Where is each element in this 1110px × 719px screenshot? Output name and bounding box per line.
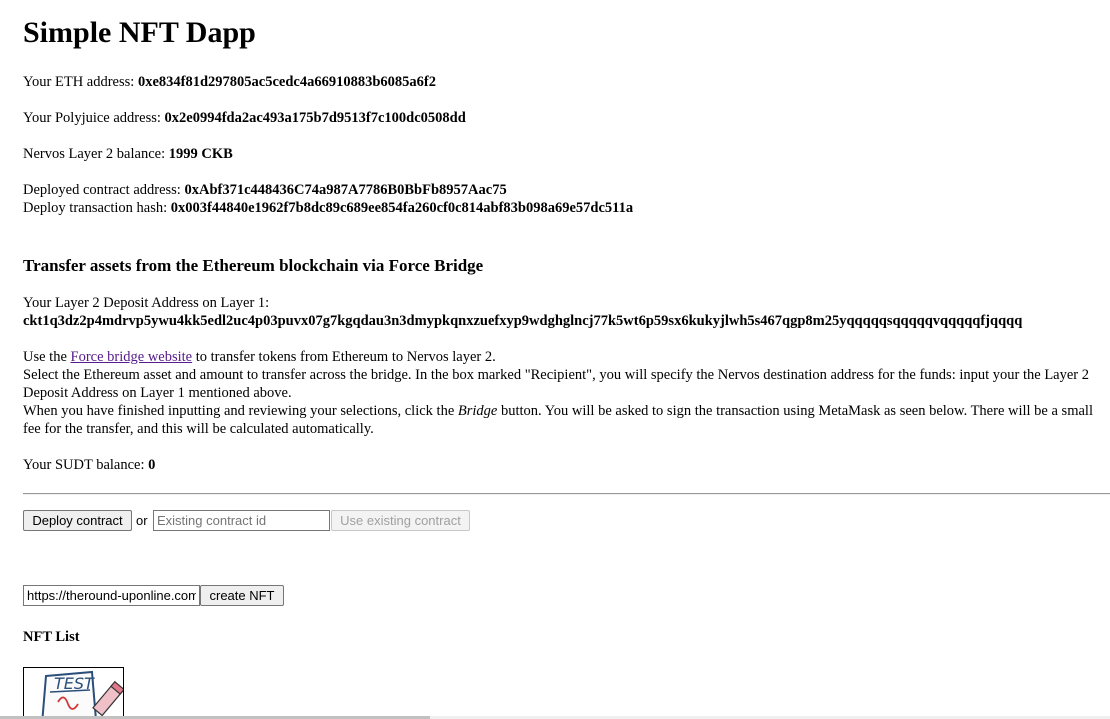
deposit-address-value: ckt1q3dz2p4mdrvp5ywu4kk5edl2uc4p03puvx07…: [23, 313, 1023, 329]
bridge-instructions: Use the Force bridge website to transfer…: [23, 348, 1110, 438]
layer2-balance-row: Nervos Layer 2 balance: 1999 CKB: [23, 145, 233, 163]
deployed-contract-value: 0xAbf371c448436C74a987A7786B0BbFb8957Aac…: [184, 182, 507, 198]
nft-image: TEST: [41, 670, 123, 719]
nft-list-item[interactable]: TEST: [23, 667, 124, 719]
bridge-heading: Transfer assets from the Ethereum blockc…: [23, 256, 484, 275]
eth-address-row: Your ETH address: 0xe834f81d297805ac5ced…: [23, 73, 436, 91]
layer2-balance-value: 1999 CKB: [168, 146, 233, 162]
sudt-balance-value: 0: [148, 457, 156, 473]
nft-url-input[interactable]: [23, 585, 200, 606]
sudt-balance-row: Your SUDT balance: 0: [23, 456, 155, 474]
deploy-tx-value: 0x003f44840e1962f7b8dc89c689ee854fa260cf…: [170, 200, 634, 216]
bridge-use-suffix: to transfer tokens from Ethereum to Nerv…: [192, 349, 496, 365]
deposit-address-row: ckt1q3dz2p4mdrvp5ywu4kk5edl2uc4p03puvx07…: [23, 312, 1022, 330]
polyjuice-address-label: Your Polyjuice address:: [23, 110, 165, 126]
section-divider: [23, 493, 1110, 495]
eth-address-label: Your ETH address:: [23, 74, 138, 90]
nft-list-heading: NFT List: [23, 629, 80, 645]
bridge-select-text: Select the Ethereum asset and amount to …: [23, 367, 1090, 401]
sudt-balance-label: Your SUDT balance:: [23, 457, 149, 473]
deploy-tx-label: Deploy transaction hash:: [23, 200, 171, 216]
bridge-finish-prefix: When you have finished inputting and rev…: [23, 403, 458, 419]
bridge-use-prefix: Use the: [23, 349, 71, 365]
nft-item-label: TEST: [54, 674, 95, 693]
bridge-use-line: Use the Force bridge website to transfer…: [23, 348, 1110, 366]
force-bridge-link[interactable]: Force bridge website: [71, 349, 193, 365]
bridge-finish-em: Bridge: [457, 403, 498, 419]
page-title: Simple NFT Dapp: [23, 16, 256, 49]
deposit-address-label: Your Layer 2 Deposit Address on Layer 1:: [23, 295, 270, 311]
deploy-contract-button[interactable]: Deploy contract: [23, 510, 132, 531]
eth-address-value: 0xe834f81d297805ac5cedc4a66910883b6085a6…: [137, 74, 436, 90]
layer2-balance-label: Nervos Layer 2 balance:: [23, 146, 169, 162]
polyjuice-address-row: Your Polyjuice address: 0x2e0994fda2ac49…: [23, 109, 466, 127]
existing-contract-input[interactable]: [153, 510, 330, 531]
deployed-contract-row: Deployed contract address: 0xAbf371c4484…: [23, 181, 507, 199]
bridge-finish-line: When you have finished inputting and rev…: [23, 402, 1110, 438]
use-existing-contract-button[interactable]: Use existing contract: [331, 510, 470, 531]
deploy-tx-row: Deploy transaction hash: 0x003f44840e196…: [23, 199, 633, 217]
polyjuice-address-value: 0x2e0994fda2ac493a175b7d9513f7c100dc0508…: [164, 110, 466, 126]
create-nft-button[interactable]: create NFT: [200, 585, 284, 606]
or-text: or: [136, 513, 148, 528]
deployed-contract-label: Deployed contract address:: [23, 182, 185, 198]
